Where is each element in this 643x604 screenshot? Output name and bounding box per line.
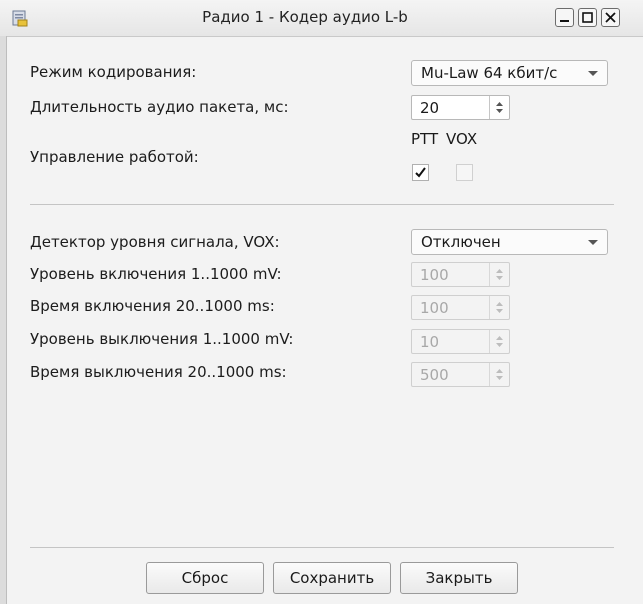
window-frame-left: [0, 36, 7, 604]
close-button[interactable]: [601, 8, 620, 27]
vox-header: VOX: [446, 130, 478, 148]
encoding-mode-label: Режим кодирования:: [30, 63, 197, 81]
title-bar[interactable]: Радио 1 - Кодер аудио L-b: [0, 0, 643, 37]
chevron-down-icon: [588, 240, 598, 245]
minimize-icon: [560, 20, 569, 22]
vox-detector-select[interactable]: Отключен: [411, 229, 608, 255]
packet-duration-value: 20: [420, 99, 440, 117]
vox-checkbox[interactable]: [456, 164, 473, 181]
window-title: Радио 1 - Кодер аудио L-b: [202, 8, 408, 26]
ptt-checkbox[interactable]: [412, 164, 429, 181]
on-level-value: 100: [420, 266, 449, 284]
off-time-label: Время выключения 20..1000 ms:: [30, 363, 287, 381]
vox-detector-value: Отключен: [421, 233, 501, 251]
on-time-value: 100: [420, 299, 449, 317]
checkmark-icon: [415, 167, 426, 178]
off-time-value: 500: [420, 366, 449, 384]
footer-divider: [30, 547, 614, 548]
section-divider: [30, 204, 614, 205]
on-time-label: Время включения 20..1000 ms:: [30, 297, 275, 315]
dialog-window: Радио 1 - Кодер аудио L-b Режим кодирова…: [0, 0, 643, 604]
close-dialog-button[interactable]: Закрыть: [400, 562, 518, 594]
packet-duration-label: Длительность аудио пакета, мс:: [30, 98, 289, 116]
minimize-button[interactable]: [555, 8, 574, 27]
off-level-label: Уровень выключения 1..1000 mV:: [30, 330, 294, 348]
off-level-spinbox[interactable]: 10: [411, 329, 510, 354]
spin-arrows-icon[interactable]: [489, 363, 509, 386]
spin-arrows-icon[interactable]: [489, 296, 509, 319]
off-level-value: 10: [420, 333, 440, 351]
operation-control-label: Управление работой:: [30, 148, 199, 166]
packet-duration-spinbox[interactable]: 20: [411, 95, 510, 120]
maximize-icon: [582, 12, 593, 23]
spin-arrows-icon[interactable]: [489, 96, 509, 119]
ptt-header: PTT: [411, 130, 439, 148]
close-icon: [605, 12, 616, 23]
vox-detector-label: Детектор уровня сигнала, VOX:: [30, 233, 280, 251]
on-time-spinbox[interactable]: 100: [411, 295, 510, 320]
spin-arrows-icon[interactable]: [489, 330, 509, 353]
save-button[interactable]: Сохранить: [273, 562, 391, 594]
reset-button[interactable]: Сброс: [146, 562, 264, 594]
off-time-spinbox[interactable]: 500: [411, 362, 510, 387]
on-level-label: Уровень включения 1..1000 mV:: [30, 265, 282, 283]
chevron-down-icon: [588, 71, 598, 76]
encoding-mode-value: Mu-Law 64 кбит/с: [421, 64, 558, 82]
on-level-spinbox[interactable]: 100: [411, 262, 510, 287]
spin-arrows-icon[interactable]: [489, 263, 509, 286]
encoding-mode-select[interactable]: Mu-Law 64 кбит/с: [411, 60, 608, 86]
maximize-button[interactable]: [578, 8, 597, 27]
